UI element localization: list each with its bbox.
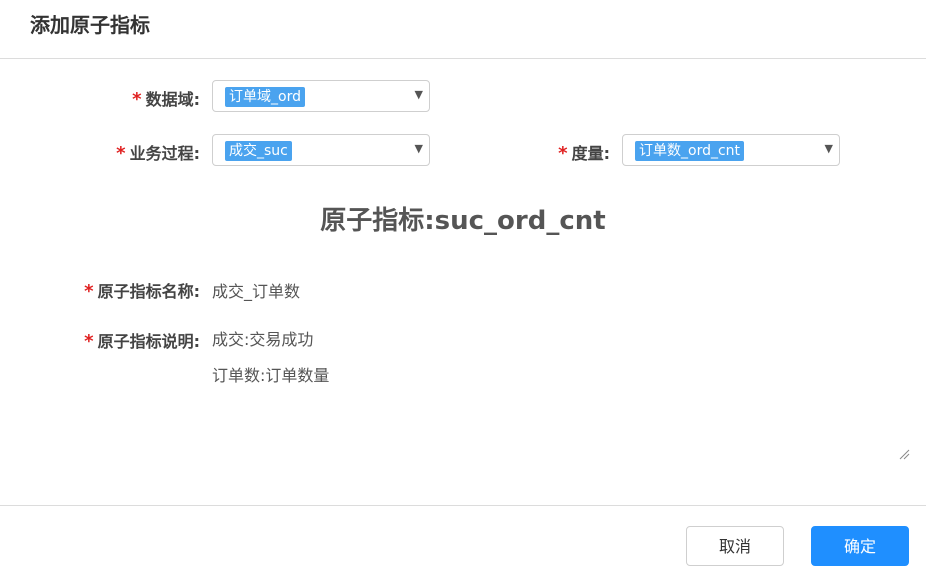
- domain-label: 数据域:: [145, 90, 200, 109]
- header-divider: [0, 58, 926, 59]
- desc-line-1: 成交:交易成功: [212, 330, 314, 349]
- required-mark: *: [84, 331, 94, 352]
- metric-name-label: 原子指标名称:: [97, 282, 200, 301]
- domain-select[interactable]: 订单域_ord ▼: [212, 80, 430, 112]
- cancel-button[interactable]: 取消: [686, 526, 784, 566]
- process-label: 业务过程:: [129, 144, 200, 163]
- domain-label-wrap: * 数据域:: [60, 86, 200, 110]
- metric-name-label-wrap: * 原子指标名称:: [30, 278, 200, 302]
- measure-label: 度量:: [571, 144, 610, 163]
- footer-divider: [0, 505, 926, 506]
- metric-heading: 原子指标:suc_ord_cnt: [320, 206, 606, 236]
- resize-handle-icon[interactable]: [898, 448, 910, 460]
- required-mark: *: [116, 143, 126, 164]
- required-mark: *: [84, 281, 94, 302]
- desc-line-2: 订单数:订单数量: [212, 366, 330, 385]
- measure-selected-tag: 订单数_ord_cnt: [635, 141, 745, 161]
- metric-desc-label-wrap: * 原子指标说明:: [30, 328, 200, 352]
- dialog-title: 添加原子指标: [30, 13, 150, 37]
- measure-label-wrap: * 度量:: [500, 140, 610, 164]
- process-label-wrap: * 业务过程:: [60, 140, 200, 164]
- process-selected-tag: 成交_suc: [225, 141, 292, 161]
- metric-name-value[interactable]: 成交_订单数: [212, 278, 300, 302]
- required-mark: *: [558, 143, 568, 164]
- chevron-down-icon: ▼: [414, 142, 423, 155]
- domain-selected-tag: 订单域_ord: [225, 87, 305, 107]
- required-mark: *: [132, 89, 142, 110]
- add-atomic-metric-dialog: 添加原子指标 * 数据域: 订单域_ord ▼ * 业务过程: 成交_suc ▼ *…: [0, 0, 926, 588]
- confirm-button[interactable]: 确定: [811, 526, 909, 566]
- metric-desc-label: 原子指标说明:: [97, 332, 200, 351]
- process-select[interactable]: 成交_suc ▼: [212, 134, 430, 166]
- chevron-down-icon: ▼: [824, 142, 833, 155]
- chevron-down-icon: ▼: [414, 88, 423, 101]
- measure-select[interactable]: 订单数_ord_cnt ▼: [622, 134, 840, 166]
- metric-description-textarea[interactable]: 成交:交易成功 订单数:订单数量: [212, 322, 912, 462]
